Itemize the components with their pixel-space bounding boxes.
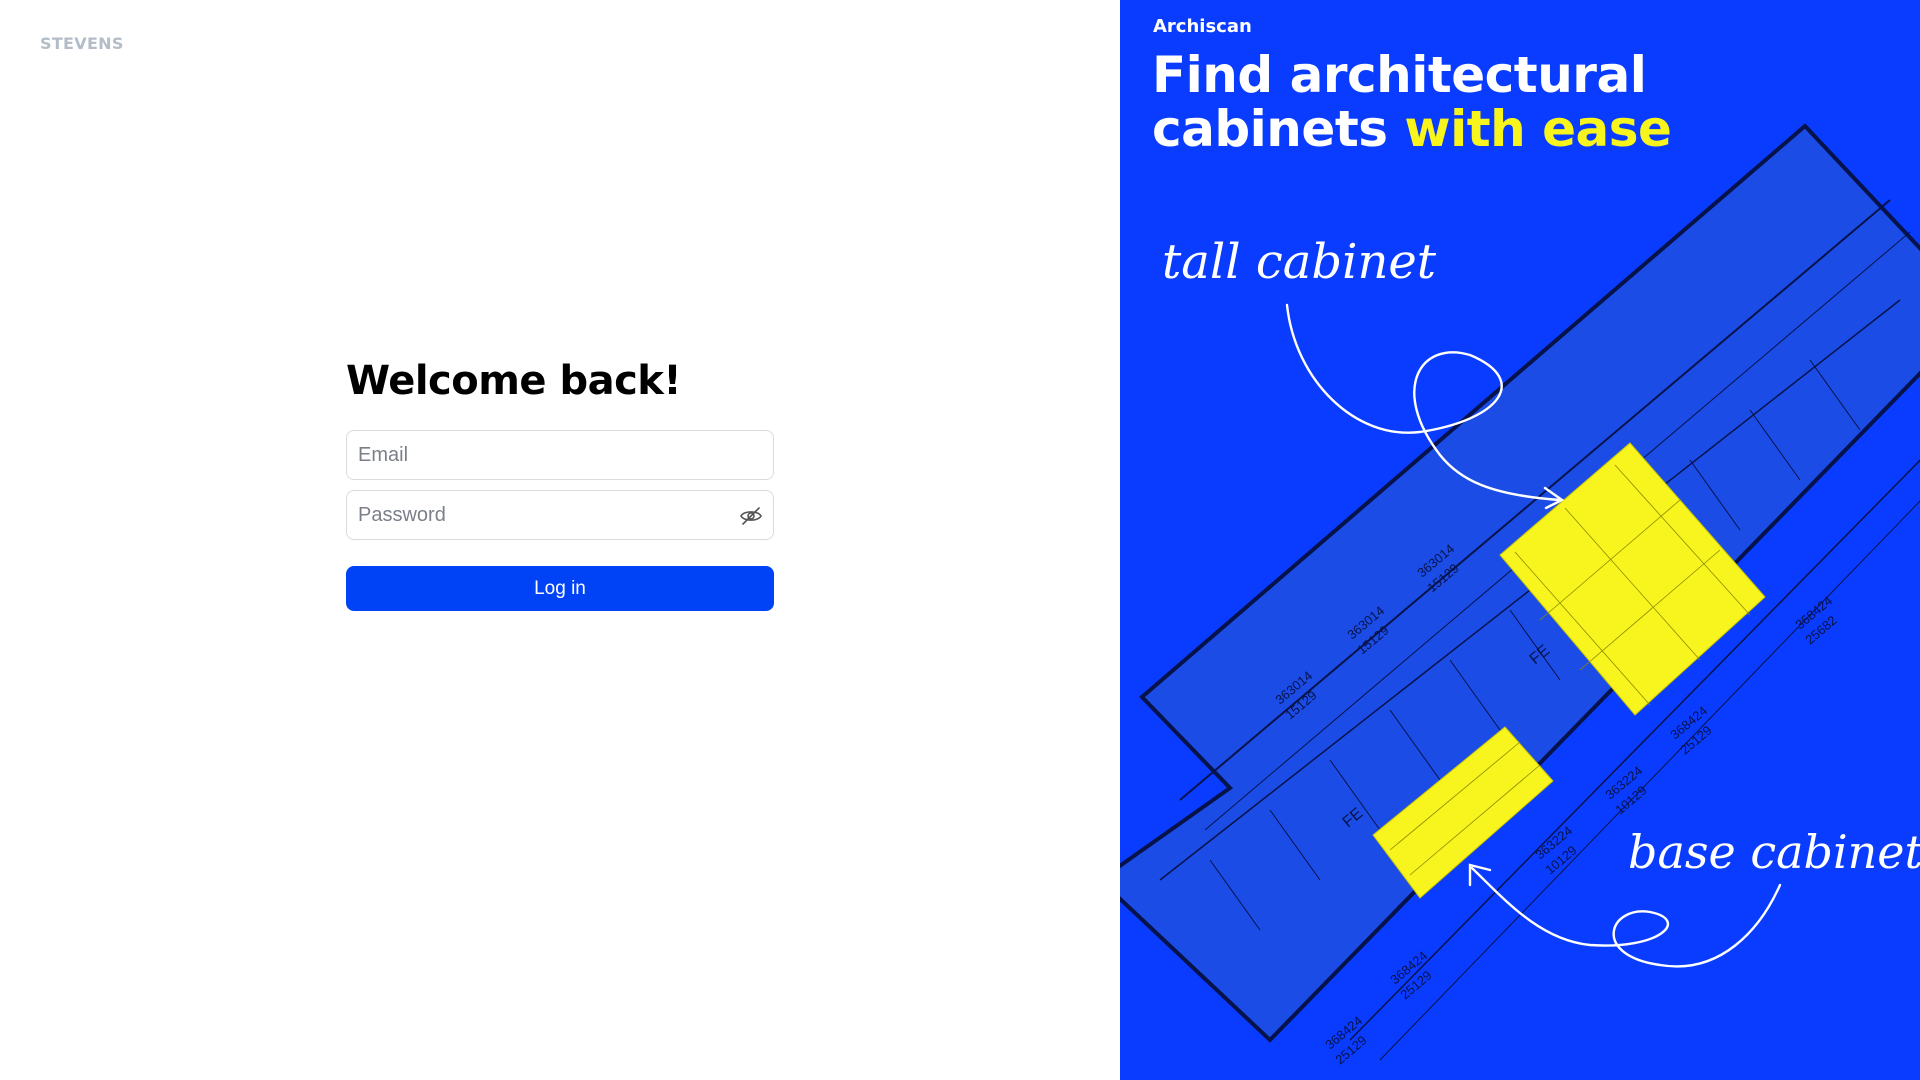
password-field[interactable]	[347, 491, 773, 539]
promo-headline: Find architectural cabinets with ease	[1152, 48, 1892, 156]
headline-highlight: with ease	[1404, 100, 1672, 158]
company-logo: STEVENS	[40, 34, 124, 53]
floor-plan-illustration: 363014 15129 363014 15129 363014 15129 3…	[1120, 123, 1920, 1067]
email-field-wrapper	[346, 430, 774, 480]
promo-panel: 363014 15129 363014 15129 363014 15129 3…	[1120, 0, 1920, 1080]
password-field-wrapper	[346, 490, 774, 540]
base-cabinet-annotation: base cabinet	[1628, 825, 1920, 879]
tall-cabinet-annotation: tall cabinet	[1162, 234, 1437, 290]
brand-name: Archiscan	[1153, 16, 1252, 37]
login-panel: STEVENS Welcome back! Log in	[0, 0, 1120, 1080]
login-button[interactable]: Log in	[346, 566, 774, 611]
eye-off-icon[interactable]	[739, 504, 763, 528]
login-form: Welcome back! Log in	[346, 358, 774, 611]
page-title: Welcome back!	[346, 358, 682, 404]
email-field[interactable]	[347, 431, 773, 479]
